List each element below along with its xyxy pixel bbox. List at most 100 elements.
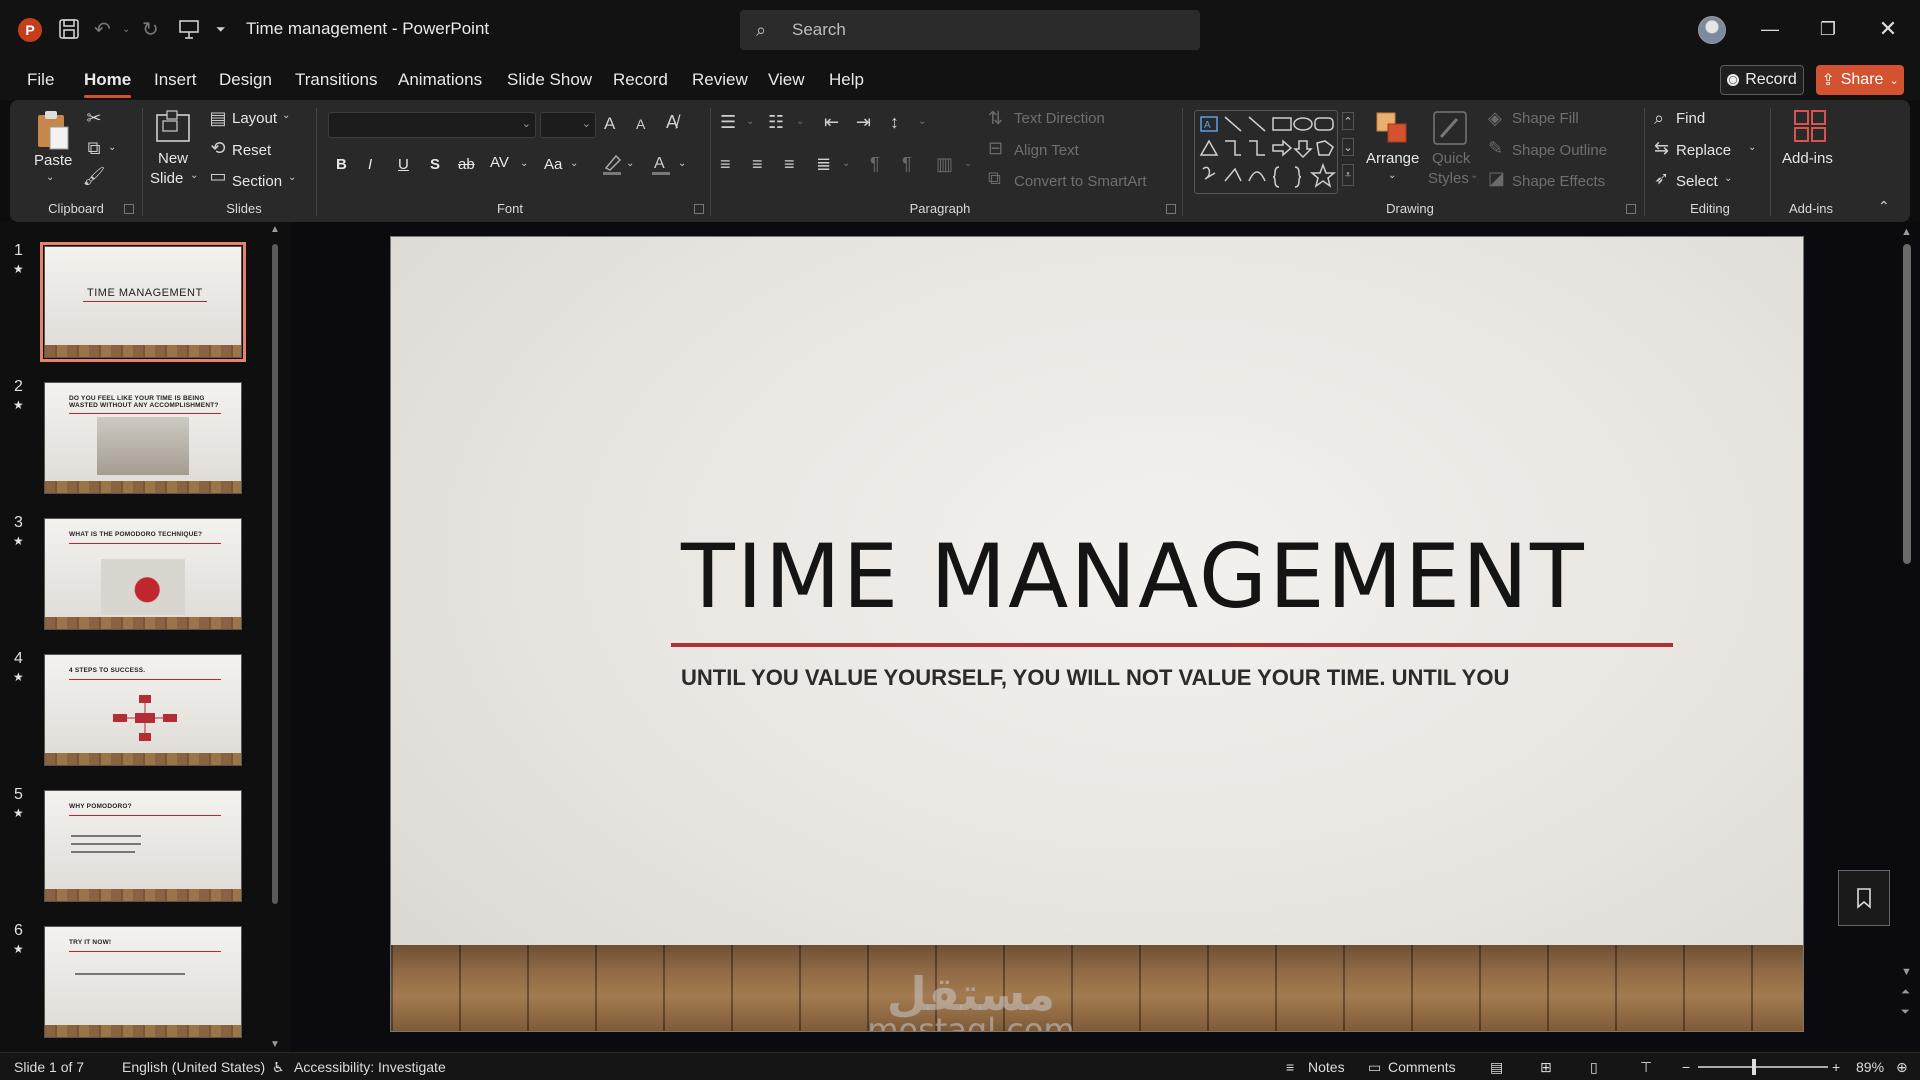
restore-icon[interactable]: ❐ [1808,14,1848,44]
chevron-down-icon[interactable]: ⌄ [918,116,926,127]
minimize-icon[interactable]: — [1750,14,1790,44]
zoom-level[interactable]: 89% [1856,1059,1884,1075]
normal-view-icon[interactable]: ▤ [1490,1059,1503,1076]
bookmark-icon[interactable] [1838,870,1890,926]
highlight-color-icon[interactable] [600,152,624,176]
change-case-button[interactable]: Aa [544,156,562,173]
chevron-down-icon[interactable]: ⌄ [842,158,850,169]
scroll-up-icon[interactable]: ▲ [270,224,280,235]
columns-icon[interactable]: ▥ [936,154,953,175]
undo-icon[interactable]: ↶ [94,16,111,42]
slide-title[interactable]: TIME MANAGEMENT [681,525,1586,628]
save-icon[interactable] [58,16,80,42]
chevron-down-icon[interactable]: ⌄ [520,158,528,169]
slideshow-view-icon[interactable]: ⊤ [1640,1059,1652,1076]
fit-to-window-icon[interactable]: ⊕ [1896,1059,1908,1076]
gallery-scroll-up-icon[interactable]: ⌃ [1342,112,1354,130]
thumbnail-scrollbar[interactable]: ▲ ▼ [270,224,280,1050]
next-slide-icon[interactable]: ⏷ [1901,1006,1910,1019]
shape-fill-button[interactable]: Shape Fill [1512,110,1579,127]
paste-icon[interactable] [32,108,72,152]
zoom-slider-handle[interactable] [1752,1059,1756,1075]
add-ins-button[interactable]: Add-ins [1782,150,1833,167]
align-right-icon[interactable]: ≡ [784,154,795,175]
share-button[interactable]: ⇪ Share ⌄ [1816,65,1904,95]
chevron-down-icon[interactable]: ⌄ [964,158,972,169]
font-size-select[interactable]: ⌄ [540,112,596,138]
ltr-icon[interactable]: ¶ [870,154,880,175]
chevron-down-icon[interactable]: ⌄ [1748,142,1756,153]
align-center-icon[interactable]: ≡ [752,154,763,175]
quick-styles-icon[interactable] [1430,108,1470,148]
vertical-scrollbar[interactable]: ▲ ▼ ⏶ ⏷ [1900,226,1914,1026]
rtl-icon[interactable]: ¶ [902,154,912,175]
slide-thumbnail-2[interactable]: DO YOU FEEL LIKE YOUR TIME IS BEING WAST… [44,382,242,494]
present-from-start-icon[interactable] [178,16,200,42]
align-left-icon[interactable]: ≡ [720,154,731,175]
bold-button[interactable]: B [336,156,347,173]
slide-thumbnail-3[interactable]: WHAT IS THE POMODORO TECHNIQUE? [44,518,242,630]
arrange-icon[interactable] [1372,108,1412,148]
tab-animations[interactable]: Animations [398,70,482,90]
font-launcher-icon[interactable] [694,204,704,214]
tab-transitions[interactable]: Transitions [295,70,378,90]
shape-outline-button[interactable]: Shape Outline [1512,142,1607,159]
zoom-slider[interactable] [1698,1066,1828,1068]
slide-thumbnail-6[interactable]: TRY IT NOW! [44,926,242,1038]
layout-dropdown-icon[interactable]: ⌄ [282,110,290,121]
redo-icon[interactable]: ↻ [142,16,159,42]
quick-styles-button[interactable]: Styles [1428,170,1469,187]
shape-effects-button[interactable]: Shape Effects [1512,173,1605,190]
bullets-icon[interactable]: ☰ [720,112,736,133]
chevron-down-icon[interactable]: ⌄ [796,116,804,127]
scrollbar-thumb[interactable] [272,244,278,904]
clipboard-launcher-icon[interactable] [124,204,134,214]
tab-home[interactable]: Home [84,70,132,98]
paste-button[interactable]: Paste [34,152,72,169]
new-slide-dropdown-icon[interactable]: ⌄ [190,170,198,181]
new-slide-icon[interactable] [154,108,194,148]
new-slide-button[interactable]: Slide [150,170,183,187]
zoom-out-icon[interactable]: − [1682,1059,1690,1075]
paragraph-launcher-icon[interactable] [1166,204,1176,214]
chevron-down-icon[interactable]: ⌄ [626,158,634,169]
numbering-icon[interactable]: ☷ [768,112,784,133]
avatar[interactable] [1698,16,1726,44]
comments-button[interactable]: Comments [1388,1059,1456,1075]
section-dropdown-icon[interactable]: ⌄ [288,172,296,183]
select-button[interactable]: Select [1676,173,1718,190]
accessibility-status[interactable]: Accessibility: Investigate [294,1059,446,1075]
copy-icon[interactable]: ⧉ [84,138,104,159]
line-spacing-icon[interactable]: ↕ [890,112,899,133]
cut-icon[interactable]: ✂ [84,108,104,129]
decrease-indent-icon[interactable]: ⇤ [824,112,839,133]
grow-font-button[interactable]: A [604,114,615,134]
tab-slide-show[interactable]: Slide Show [507,70,592,90]
add-ins-icon[interactable] [1790,106,1830,146]
slide-thumbnail-1[interactable]: TIME MANAGEMENT [40,242,246,362]
shapes-gallery[interactable]: A [1194,110,1338,194]
chevron-down-icon[interactable]: ⌄ [1470,170,1478,181]
quick-styles-label[interactable]: Quick [1432,150,1470,167]
new-slide-label-1[interactable]: New [158,150,188,167]
slide-subtitle[interactable]: UNTIL YOU VALUE YOURSELF, YOU WILL NOT V… [681,665,1509,691]
strikethrough-button[interactable]: ab [458,156,475,173]
find-button[interactable]: Find [1676,110,1705,127]
chevron-down-icon[interactable]: ⌄ [1724,173,1732,184]
shrink-font-button[interactable]: A [636,116,645,132]
zoom-in-icon[interactable]: + [1832,1059,1840,1075]
record-button[interactable]: Record [1720,65,1804,95]
tab-design[interactable]: Design [219,70,272,90]
convert-smartart-button[interactable]: Convert to SmartArt [1014,173,1147,190]
collapse-ribbon-icon[interactable]: ⌃ [1878,198,1890,215]
scroll-down-icon[interactable]: ▼ [270,1039,280,1050]
chevron-down-icon[interactable]: ⌄ [746,116,754,127]
tab-file[interactable]: File [27,70,54,90]
scroll-up-icon[interactable]: ▲ [1901,226,1912,238]
scroll-down-icon[interactable]: ▼ [1901,966,1912,978]
italic-button[interactable]: I [368,156,372,173]
slide-thumbnail-4[interactable]: 4 STEPS TO SUCCESS. [44,654,242,766]
tab-record[interactable]: Record [613,70,668,90]
underline-button[interactable]: U [398,156,409,173]
gallery-more-icon[interactable]: ⩡ [1342,164,1354,186]
